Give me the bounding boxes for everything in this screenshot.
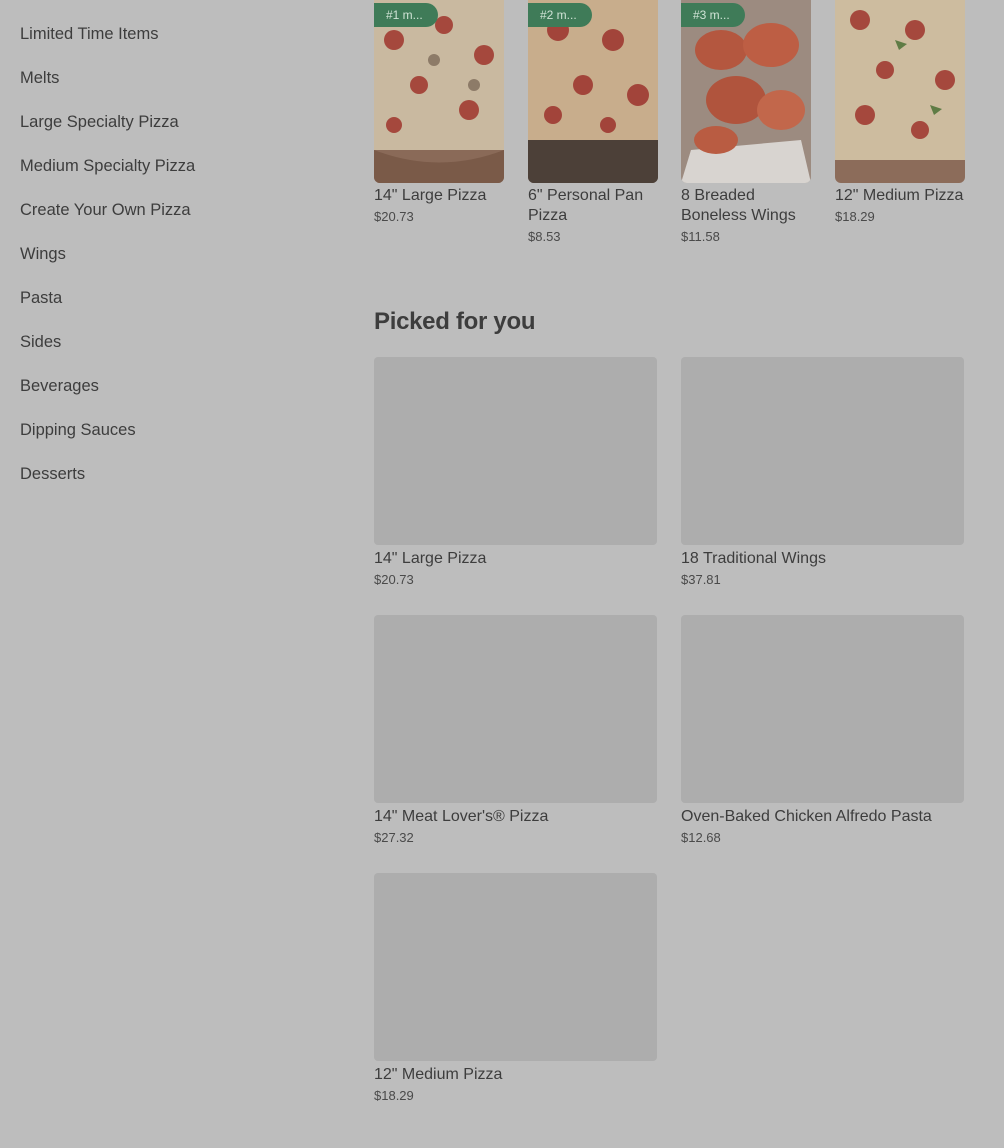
picked-item-card[interactable]: 14" Large Pizza $20.73	[374, 357, 657, 587]
popularity-badge: #2 m...	[528, 3, 592, 27]
popular-item-card[interactable]: #1 m... 14" Large Pizza $20.73	[374, 0, 504, 224]
item-price: $20.73	[374, 572, 414, 587]
item-price: $8.53	[528, 229, 561, 244]
picked-item-card[interactable]: Oven-Baked Chicken Alfredo Pasta $12.68	[681, 615, 964, 845]
sidebar-item-pasta[interactable]: Pasta	[20, 286, 320, 330]
item-price: $20.73	[374, 209, 414, 224]
item-price: $12.68	[681, 830, 721, 845]
picked-for-you-heading: Picked for you	[374, 308, 536, 335]
item-image-placeholder	[681, 615, 964, 803]
sidebar-item-large-specialty-pizza[interactable]: Large Specialty Pizza	[20, 110, 320, 154]
item-image-placeholder	[374, 357, 657, 545]
item-name: 18 Traditional Wings	[681, 550, 826, 567]
popular-items-row: #1 m... 14" Large Pizza $20.73 #2 m... 6…	[374, 0, 965, 260]
sidebar-item-sides[interactable]: Sides	[20, 330, 320, 374]
sidebar-item-wings[interactable]: Wings	[20, 242, 320, 286]
sidebar-item-dipping-sauces[interactable]: Dipping Sauces	[20, 418, 320, 462]
popularity-badge: #3 m...	[681, 3, 745, 27]
pizza-image: #2 m...	[528, 0, 658, 183]
category-sidebar: Limited Time Items Melts Large Specialty…	[20, 22, 320, 506]
item-price: $18.29	[374, 1088, 414, 1103]
sidebar-item-medium-specialty-pizza[interactable]: Medium Specialty Pizza	[20, 154, 320, 198]
item-name: 12" Medium Pizza	[374, 1066, 503, 1083]
item-name: 8 Breaded Boneless Wings	[681, 187, 796, 224]
picked-item-card[interactable]: 12" Medium Pizza $18.29	[374, 873, 657, 1103]
menu-page: Limited Time Items Melts Large Specialty…	[0, 0, 1004, 1148]
item-name: 14" Meat Lover's® Pizza	[374, 808, 549, 825]
item-name: 12" Medium Pizza	[835, 187, 964, 204]
wings-image: #3 m...	[681, 0, 811, 183]
item-name: 6" Personal Pan Pizza	[528, 187, 644, 224]
sidebar-item-limited-time-items[interactable]: Limited Time Items	[20, 22, 320, 66]
picked-item-card[interactable]: 18 Traditional Wings $37.81	[681, 357, 964, 587]
item-image-placeholder	[374, 615, 657, 803]
sidebar-item-create-your-own-pizza[interactable]: Create Your Own Pizza	[20, 198, 320, 242]
item-name: Oven-Baked Chicken Alfredo Pasta	[681, 808, 932, 825]
item-name: 14" Large Pizza	[374, 550, 487, 567]
popularity-badge: #1 m...	[374, 3, 438, 27]
item-price: $27.32	[374, 830, 414, 845]
item-image-placeholder	[374, 873, 657, 1061]
item-price: $11.58	[681, 229, 720, 244]
popular-item-card[interactable]: #3 m... 8 Breaded Boneless Wings $11.58	[681, 0, 811, 244]
pizza-image	[835, 0, 965, 183]
popular-item-card[interactable]: 12" Medium Pizza $18.29	[835, 0, 965, 224]
item-name: 14" Large Pizza	[374, 187, 487, 204]
popular-item-card[interactable]: #2 m... 6" Personal Pan Pizza $8.53	[528, 0, 658, 244]
item-price: $37.81	[681, 572, 721, 587]
sidebar-item-beverages[interactable]: Beverages	[20, 374, 320, 418]
sidebar-item-melts[interactable]: Melts	[20, 66, 320, 110]
sidebar-item-desserts[interactable]: Desserts	[20, 462, 320, 506]
pizza-image: #1 m...	[374, 0, 504, 183]
item-image-placeholder	[681, 357, 964, 545]
picked-item-card[interactable]: 14" Meat Lover's® Pizza $27.32	[374, 615, 657, 845]
item-price: $18.29	[835, 209, 875, 224]
